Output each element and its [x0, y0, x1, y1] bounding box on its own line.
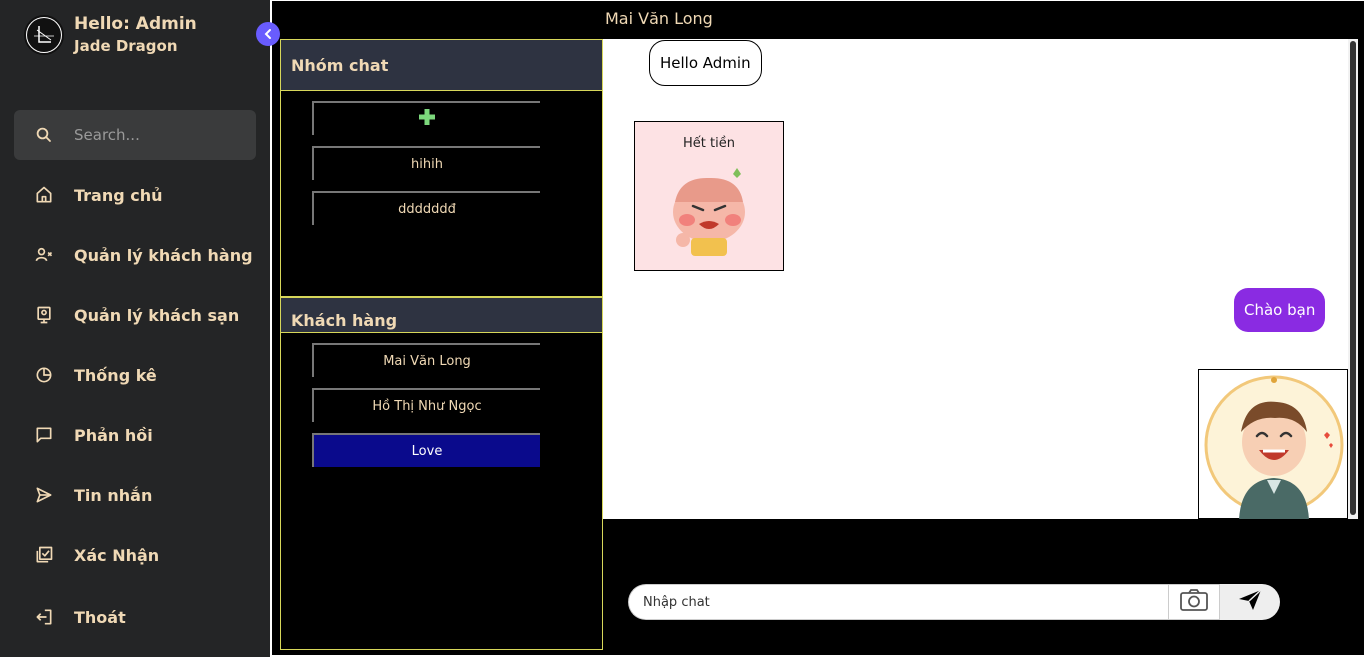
plus-icon	[417, 107, 437, 131]
logout-label: Thoát	[74, 607, 126, 627]
sidebar-item-hotels[interactable]: Quản lý khách sạn	[14, 290, 256, 340]
chat-input[interactable]	[628, 584, 1168, 620]
logout-button[interactable]: Thoát	[14, 592, 256, 642]
customer-item[interactable]: Hồ Thị Như Ngọc	[312, 388, 540, 422]
send-button[interactable]	[1220, 584, 1280, 620]
outgoing-message: Chào bạn	[1234, 288, 1326, 332]
search-box	[14, 110, 256, 160]
group-item[interactable]: ddddddđ	[312, 191, 540, 225]
user-x-icon	[14, 245, 74, 265]
customers-panel: Khách hàng Mai Văn Long Hồ Thị Như Ngọc …	[280, 297, 603, 650]
pie-chart-icon	[14, 365, 74, 385]
sidebar-item-label: Thống kê	[74, 365, 157, 385]
message-composer	[628, 584, 1280, 620]
camera-icon	[1179, 588, 1209, 616]
sidebar-item-messages[interactable]: Tin nhắn	[14, 470, 256, 520]
chat-area: Mai Văn Long Nhóm chat hihih ddddddđ Khá…	[270, 0, 1366, 657]
incoming-message: Hello Admin	[649, 40, 762, 86]
brand: Hello: Admin Jade Dragon	[24, 13, 197, 57]
sidebar-item-label: Xác Nhận	[74, 545, 160, 565]
search-input[interactable]	[74, 126, 244, 144]
message-square-icon	[14, 425, 74, 445]
greeting: Hello: Admin	[74, 14, 197, 34]
sidebar-item-label: Quản lý khách sạn	[74, 305, 240, 325]
customer-item-active[interactable]: Love	[312, 433, 540, 467]
sidebar: Hello: Admin Jade Dragon Trang chủ Quản …	[0, 0, 270, 657]
add-group-button[interactable]	[312, 101, 540, 135]
customer-item[interactable]: Mai Văn Long	[312, 343, 540, 377]
sidebar-item-label: Quản lý khách hàng	[74, 245, 253, 265]
send-icon	[1237, 588, 1263, 616]
sidebar-menu: Trang chủ Quản lý khách hàng Quản lý khá…	[14, 170, 256, 590]
group-chat-panel: Nhóm chat hihih ddddddđ	[280, 39, 603, 297]
sidebar-item-label: Trang chủ	[74, 185, 163, 205]
logout-icon	[14, 607, 74, 627]
hotel-icon	[14, 305, 74, 325]
sidebar-item-home[interactable]: Trang chủ	[14, 170, 256, 220]
sidebar-item-label: Tin nhắn	[74, 485, 153, 505]
group-item[interactable]: hihih	[312, 146, 540, 180]
logo	[24, 15, 64, 55]
brand-subtitle: Jade Dragon	[74, 37, 178, 55]
sidebar-item-customers[interactable]: Quản lý khách hàng	[14, 230, 256, 280]
sidebar-toggle-button[interactable]	[256, 22, 280, 46]
camera-button[interactable]	[1168, 584, 1220, 620]
sidebar-item-confirm[interactable]: Xác Nhận	[14, 530, 256, 580]
sidebar-item-statistics[interactable]: Thống kê	[14, 350, 256, 400]
checklist-icon	[14, 545, 74, 565]
chat-header-title: Mai Văn Long	[605, 9, 713, 28]
sidebar-item-feedback[interactable]: Phản hồi	[14, 410, 256, 460]
messages-scrollbar[interactable]	[1348, 39, 1358, 519]
send-icon	[14, 485, 74, 505]
incoming-sticker: Hết tiền	[634, 121, 784, 271]
outgoing-sticker	[1198, 369, 1348, 519]
search-icon	[14, 126, 74, 144]
group-chat-title: Nhóm chat	[281, 40, 602, 91]
chevron-left-icon	[262, 25, 274, 44]
home-icon	[14, 185, 74, 205]
sidebar-item-label: Phản hồi	[74, 425, 153, 445]
customers-title: Khách hàng	[281, 298, 602, 333]
scrollbar-thumb[interactable]	[1350, 41, 1356, 515]
messages-pane[interactable]: Hello Admin Hết tiền Chào bạn	[603, 39, 1358, 519]
